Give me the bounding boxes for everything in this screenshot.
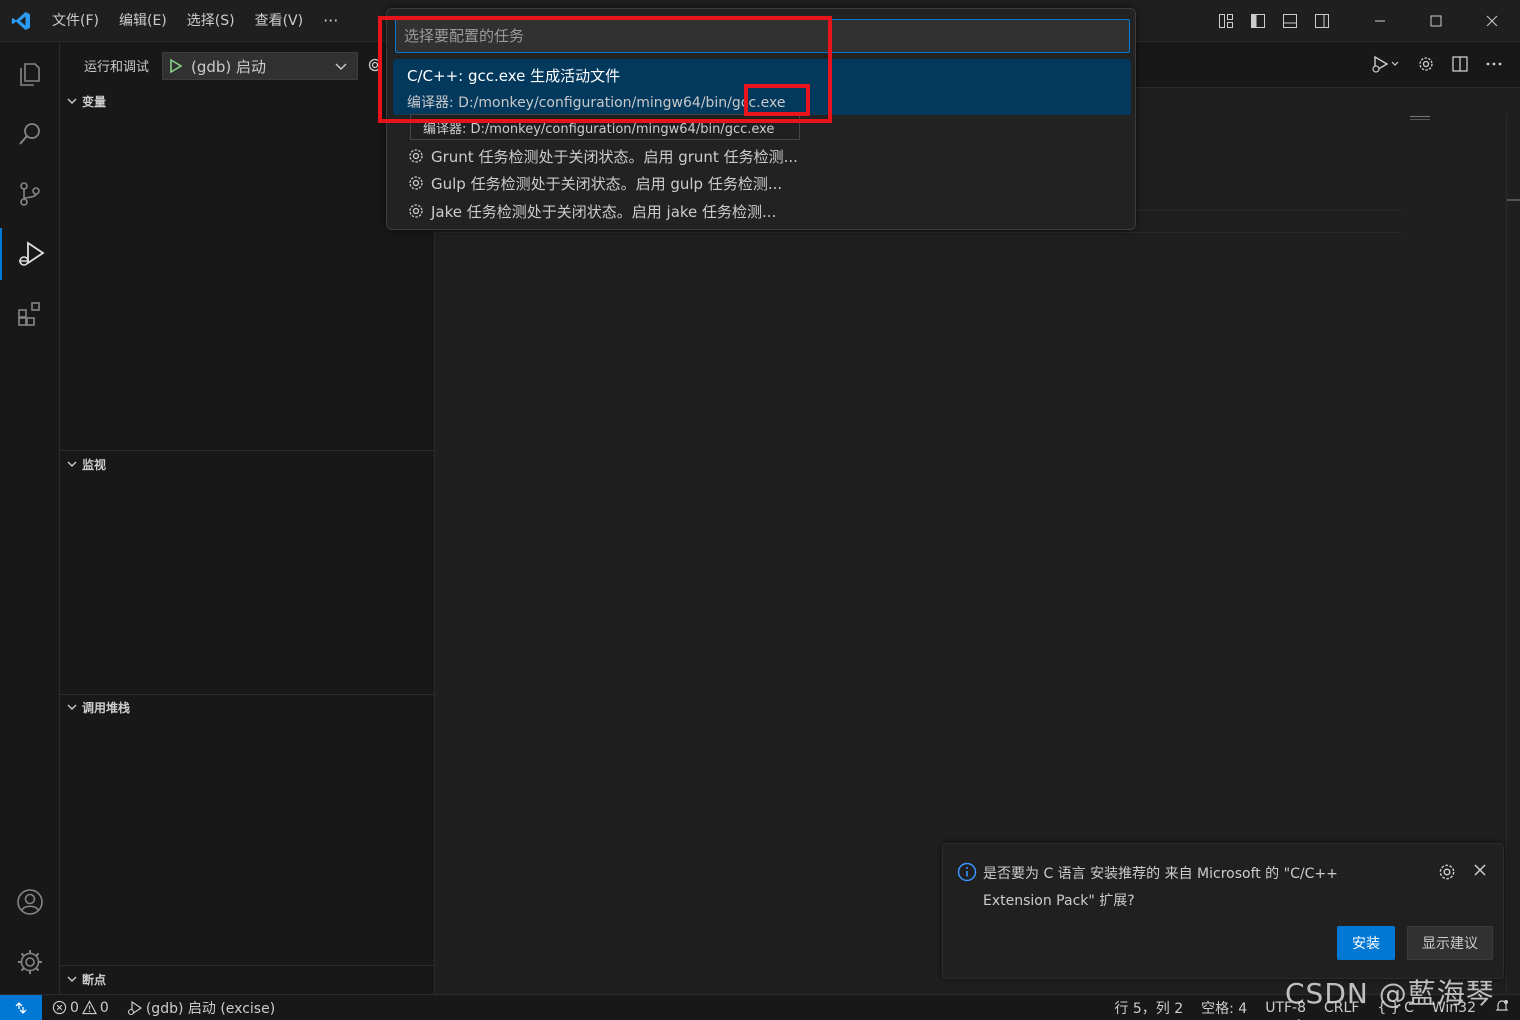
problems-indicator[interactable]: 0 0	[52, 1000, 109, 1016]
chevron-down-icon	[67, 461, 77, 467]
install-button[interactable]: 安装	[1337, 926, 1395, 960]
toggle-secondary-sidebar-icon[interactable]	[1306, 0, 1338, 42]
highlight-box	[744, 84, 810, 116]
explorer-icon[interactable]	[0, 48, 60, 100]
remote-indicator-icon[interactable]	[0, 994, 42, 1020]
show-recommendations-button[interactable]: 显示建议	[1407, 926, 1493, 960]
activity-bar	[0, 42, 60, 994]
customize-layout-icon[interactable]	[1210, 0, 1242, 42]
chevron-down-icon	[333, 58, 349, 78]
launch-config-select[interactable]: (gdb) 启动	[162, 52, 358, 80]
close-window-icon[interactable]	[1464, 0, 1520, 42]
menu-selection[interactable]: 选择(S)	[177, 0, 245, 42]
warning-count: 0	[99, 999, 109, 1016]
watermark: CSDN @藍海琴泉	[1285, 977, 1495, 1020]
menu-more-button[interactable]: ···	[313, 11, 348, 30]
section-watch-label: 监视	[82, 457, 107, 472]
debug-icon	[127, 1000, 142, 1015]
gear-icon	[407, 174, 425, 192]
menu-file[interactable]: 文件(F)	[42, 0, 109, 42]
editor-actions	[1368, 52, 1506, 76]
editor-scrollbar[interactable]	[1506, 114, 1520, 994]
search-icon[interactable]	[0, 108, 60, 160]
cursor-position[interactable]: 行 5，列 2	[1114, 998, 1183, 1018]
quick-pick-item[interactable]: Grunt 任务检测处于关闭状态。启用 grunt 任务检测...	[407, 143, 798, 169]
editor-rule	[435, 232, 1401, 233]
close-icon[interactable]	[1473, 862, 1487, 881]
manage-gear-icon[interactable]	[0, 936, 60, 988]
launch-config-label: (gdb) 启动	[191, 57, 267, 76]
maximize-icon[interactable]	[1408, 0, 1464, 42]
notification-message: 是否要为 C 语言 安装推荐的 来自 Microsoft 的 "C/C++ Ex…	[983, 866, 1338, 909]
section-watch[interactable]: 监视	[60, 453, 435, 475]
source-control-icon[interactable]	[0, 168, 60, 220]
quick-pick-item[interactable]: Jake 任务检测处于关闭状态。启用 jake 任务检测...	[407, 198, 776, 224]
more-actions-icon[interactable]	[1482, 52, 1506, 76]
minimize-icon[interactable]	[1352, 0, 1408, 42]
section-breakpoints-label: 断点	[82, 972, 107, 987]
menu-edit[interactable]: 编辑(E)	[109, 0, 177, 42]
section-divider	[60, 450, 435, 451]
chevron-down-icon	[67, 98, 77, 104]
section-divider	[60, 694, 435, 695]
section-divider	[60, 965, 435, 966]
error-icon	[52, 1000, 67, 1015]
toggle-panel-icon[interactable]	[1274, 0, 1306, 42]
vscode-logo-icon	[0, 0, 42, 42]
section-variables-label: 变量	[82, 94, 107, 109]
extensions-icon[interactable]	[0, 288, 60, 340]
menu-bar: 文件(F) 编辑(E) 选择(S) 查看(V) ···	[42, 0, 348, 42]
debug-target-label: (gdb) 启动 (excise)	[145, 1000, 276, 1017]
section-breakpoints[interactable]: 断点	[60, 968, 435, 990]
quick-pick-item-label: Grunt 任务检测处于关闭状态。启用 grunt 任务检测...	[431, 147, 798, 166]
quick-pick-item-label: Jake 任务检测处于关闭状态。启用 jake 任务检测...	[431, 202, 777, 221]
section-call-stack[interactable]: 调用堆栈	[60, 696, 435, 718]
info-icon	[957, 862, 977, 886]
gear-icon	[407, 147, 425, 165]
run-debug-dropdown-icon[interactable]	[1368, 52, 1404, 76]
run-and-debug-icon[interactable]	[0, 228, 60, 280]
gear-icon	[407, 202, 425, 220]
title-bar-controls	[1210, 0, 1520, 42]
section-call-stack-label: 调用堆栈	[82, 700, 131, 715]
run-debug-sidebar: 运行和调试 (gdb) 启动 变量 监视 调用堆栈 断点	[60, 42, 435, 994]
notification-gear-icon[interactable]	[1437, 862, 1457, 886]
scrollbar-marker	[1507, 199, 1520, 201]
quick-pick-item-label: Gulp 任务检测处于关闭状态。启用 gulp 任务检测...	[431, 174, 783, 193]
split-editor-icon[interactable]	[1448, 52, 1472, 76]
chevron-down-icon	[67, 976, 77, 982]
minimap	[1410, 116, 1430, 120]
error-count: 0	[70, 999, 79, 1016]
warning-icon	[81, 1000, 97, 1015]
indentation[interactable]: 空格: 4	[1201, 998, 1247, 1018]
chevron-down-icon	[67, 704, 77, 710]
sidebar-title: 运行和调试	[84, 59, 150, 75]
quick-pick-item[interactable]: Gulp 任务检测处于关闭状态。启用 gulp 任务检测...	[407, 170, 782, 196]
menu-view[interactable]: 查看(V)	[245, 0, 314, 42]
toggle-primary-sidebar-icon[interactable]	[1242, 0, 1274, 42]
settings-gear-icon[interactable]	[1414, 52, 1438, 76]
extension-recommendation-toast: 是否要为 C 语言 安装推荐的 来自 Microsoft 的 "C/C++ Ex…	[942, 843, 1504, 979]
debug-target[interactable]: (gdb) 启动 (excise)	[127, 998, 275, 1018]
accounts-icon[interactable]	[0, 876, 60, 928]
start-debugging-icon[interactable]	[169, 58, 183, 74]
